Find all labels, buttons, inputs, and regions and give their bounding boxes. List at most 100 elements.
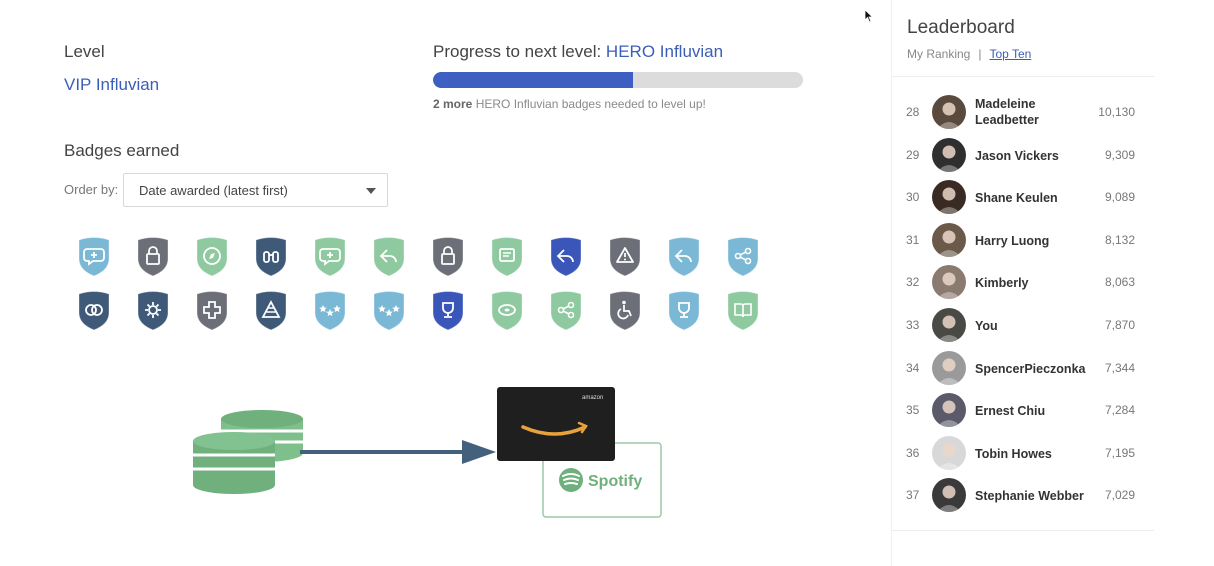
disc-icon [491,291,522,331]
leaderboard-name: Ernest Chiu [975,404,1046,419]
avatar [932,265,966,300]
badge-binoculars[interactable] [241,230,300,282]
level-progress-fill [433,72,633,88]
badge-share[interactable] [536,284,595,336]
chevron-down-icon [366,188,376,194]
badge-accessibility[interactable] [595,284,654,336]
badge-plus[interactable] [182,284,241,336]
divider [892,76,1154,77]
share-icon [727,237,758,277]
avatar [932,350,966,385]
user-silhouette-icon [937,358,961,385]
leaderboard-row[interactable]: 32 Kimberly 8,063 [892,262,1154,305]
rewards-illustration: Spotify amazon [193,387,662,518]
leaderboard-row[interactable]: 33 You 7,870 [892,305,1154,348]
stars-icon [314,291,345,331]
badge-chat-add[interactable] [300,230,359,282]
arrow-right-icon [300,440,496,464]
leaderboard-score: 8,063 [1104,275,1135,290]
chat-add-icon [314,237,345,277]
leaderboard-rank: 32 [906,275,920,290]
tab-top-ten[interactable]: Top Ten [989,47,1031,61]
leaderboard-row[interactable]: 35 Ernest Chiu 7,284 [892,390,1154,433]
user-silhouette-icon [937,315,961,342]
avatar [932,95,966,129]
badge-reply[interactable] [359,230,418,282]
leaderboard-name: Jason Vickers [975,148,1059,163]
badge-book[interactable] [713,284,772,336]
trophy-icon [432,291,463,331]
leaderboard-name: Tobin Howes [975,446,1052,461]
book-icon [727,291,758,331]
reply-icon [373,237,404,277]
badges-earned-title: Badges earned [64,141,180,160]
divider [892,530,1154,531]
badge-row [64,284,784,336]
lock-icon [137,237,168,277]
trophy-icon [668,291,699,331]
badge-compass[interactable] [182,230,241,282]
leaderboard-rank: 35 [906,403,920,418]
level-label: Level [64,42,105,61]
share-icon [550,291,581,331]
leaderboard-row[interactable]: 31 Harry Luong 8,132 [892,220,1154,263]
badge-gear[interactable] [123,284,182,336]
leaderboard-row[interactable]: 36 Tobin Howes 7,195 [892,433,1154,476]
badge-pyramid[interactable] [241,284,300,336]
main-panel: Level VIP Influvian Progress to next lev… [0,0,880,566]
badge-row [64,230,784,282]
leaderboard-rank: 33 [906,317,920,332]
badge-reply[interactable] [536,230,595,282]
pyramid-icon [255,291,286,331]
order-by-select[interactable]: Date awarded (latest first) [123,173,388,207]
leaderboard-panel: Leaderboard My Ranking | Top Ten 28 Madelei… [892,0,1154,566]
coins-icon [193,410,303,494]
badge-comment-edit[interactable] [477,230,536,282]
badge-lock[interactable] [123,230,182,282]
badge-share[interactable] [713,230,772,282]
leaderboard-score: 10,130 [1098,105,1135,119]
badge-disc[interactable] [477,284,536,336]
leaderboard-name: Shane Keulen [975,191,1058,206]
avatar [932,180,966,215]
plus-icon [196,291,227,331]
badge-trophy[interactable] [418,284,477,336]
leaderboard-rank: 31 [906,232,920,247]
badge-reply[interactable] [654,230,713,282]
badge-warning[interactable] [595,230,654,282]
leaderboard-row[interactable]: 34 SpencerPieczonka 7,344 [892,348,1154,391]
leaderboard-score: 7,344 [1104,360,1135,375]
leaderboard-row[interactable]: 29 Jason Vickers 9,309 [892,135,1154,178]
accessibility-icon [609,291,640,331]
leaderboard-name: Madeleine Leadbetter [975,97,1039,127]
compass-icon [196,237,227,277]
progress-title: Progress to next level: HERO Influvian [433,42,723,62]
badge-stars[interactable] [359,284,418,336]
leaderboard-score: 7,029 [1104,488,1135,503]
reply-icon [668,237,699,277]
leaderboard-list: 28 Madeleine Leadbetter 10,130 29 Jason Vick… [892,92,1154,518]
leaderboard-score: 7,195 [1104,445,1135,460]
badge-trophy[interactable] [654,284,713,336]
comment-edit-icon [491,237,522,277]
user-silhouette-icon [937,145,961,172]
leaderboard-rank: 29 [906,147,920,162]
user-silhouette-icon [937,230,961,257]
user-silhouette-icon [937,485,961,513]
progress-title-prefix: Progress to next level: [433,42,606,61]
leaderboard-row[interactable]: 37 Stephanie Webber 7,029 [892,475,1154,518]
leaderboard-score: 9,089 [1104,190,1135,205]
user-silhouette-icon [937,443,961,470]
leaderboard-row[interactable]: 30 Shane Keulen 9,089 [892,177,1154,220]
badge-lock[interactable] [418,230,477,282]
tab-separator: | [978,47,982,61]
leaderboard-row[interactable]: 28 Madeleine Leadbetter 10,130 [892,92,1154,135]
leaderboard-name: Stephanie Webber [975,489,1084,504]
user-silhouette-icon [937,187,961,215]
badge-rings[interactable] [64,284,123,336]
user-silhouette-icon [937,102,961,129]
tab-my-ranking[interactable]: My Ranking [907,47,970,61]
progress-note-text: HERO Influvian badges needed to level up… [472,97,706,111]
badge-chat-add[interactable] [64,230,123,282]
badge-stars[interactable] [300,284,359,336]
